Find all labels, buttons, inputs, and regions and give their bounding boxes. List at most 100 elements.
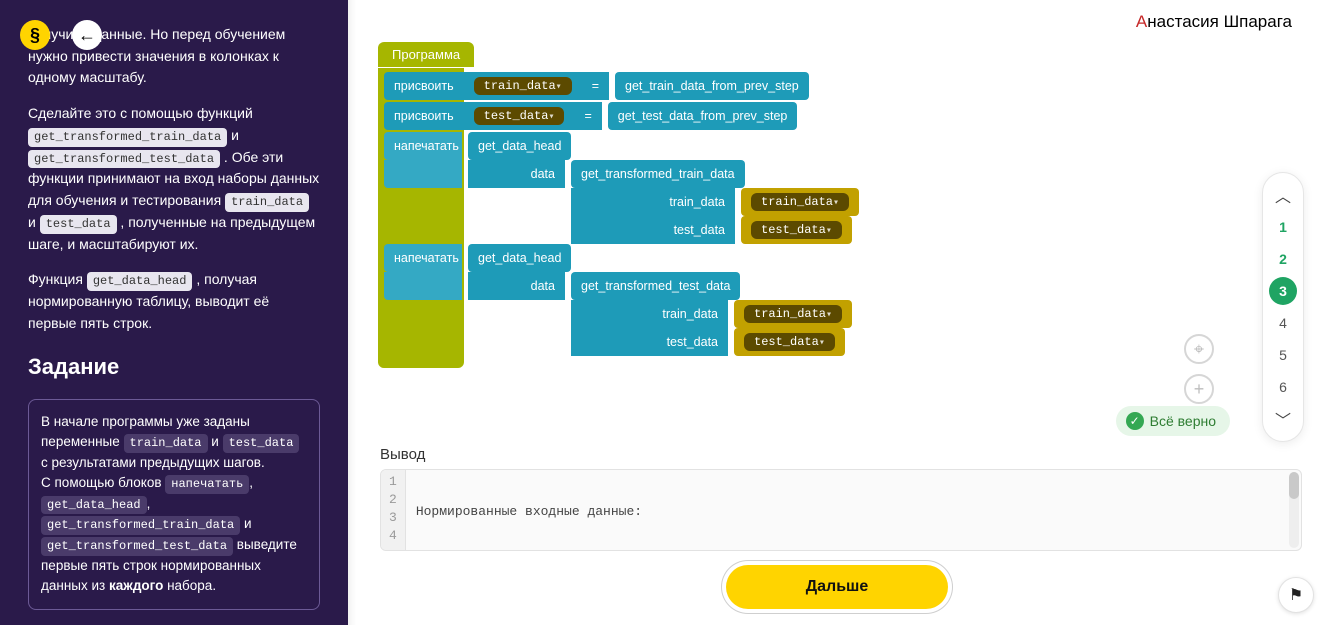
param-train: train_data (571, 188, 735, 216)
target-icon: ⌖ (1194, 339, 1204, 360)
block-assign-train[interactable]: присвоить train_data = get_train_data_fr… (384, 72, 809, 100)
var-chip[interactable]: train_data (744, 305, 842, 323)
text: и (244, 516, 252, 531)
block-assign-test[interactable]: присвоить test_data = get_test_data_from… (384, 102, 797, 130)
code-chip: напечатать (165, 475, 249, 494)
back-button[interactable]: ← (72, 20, 102, 50)
code-line: Нормированные входные данные: (416, 504, 681, 522)
user-first-letter: А (1136, 12, 1147, 32)
logo-icon: § (20, 20, 50, 50)
success-badge: ✓ Всё верно (1116, 406, 1230, 436)
param-train: train_data (571, 300, 728, 328)
assign-keyword: присвоить (384, 72, 464, 100)
func-call[interactable]: get_train_data_from_prev_step (615, 72, 809, 100)
paragraph-functions: Сделайте это с помощью функций get_trans… (28, 103, 320, 255)
block-print-2[interactable]: напечатать get_data_head (384, 244, 571, 272)
next-button[interactable]: Дальше (726, 565, 949, 609)
step-up-button[interactable]: ︿ (1275, 181, 1291, 209)
step-6[interactable]: 6 (1269, 373, 1297, 401)
param-test: test_data (571, 216, 735, 244)
report-flag-button[interactable]: ⚑ (1278, 577, 1314, 613)
var-chip[interactable]: train_data (751, 193, 849, 211)
code-chip-gt-test: get_transformed_test_data (28, 150, 220, 169)
block-print-1-test[interactable]: test_data test_data (384, 216, 852, 244)
print-keyword: напечатать (384, 244, 462, 272)
code-chip: train_data (124, 434, 208, 453)
block-print-1-train[interactable]: train_data train_data (384, 188, 859, 216)
canvas-controls: ⌖ + (1184, 334, 1214, 404)
param-data: data (468, 160, 565, 188)
spacer (468, 188, 565, 216)
equals: = (574, 102, 601, 130)
user-rest: настасия Шпарага (1147, 12, 1292, 32)
spacer (384, 188, 462, 216)
block-print-2-test[interactable]: test_data test_data (384, 328, 845, 356)
task-heading: Задание (28, 350, 320, 384)
center-canvas-button[interactable]: ⌖ (1184, 334, 1214, 364)
flag-icon: ⚑ (1289, 585, 1303, 605)
func-gt-test[interactable]: get_transformed_test_data (571, 272, 740, 300)
main: Анастасия Шпарага Программа присвоить tr… (348, 0, 1326, 625)
step-3[interactable]: 3 (1269, 277, 1297, 305)
sidebar-content: получили данные. Но перед обучением нужн… (28, 0, 320, 610)
text: с результатами предыдущих шагов. (41, 455, 265, 470)
block-print-2-data[interactable]: data get_transformed_test_data (384, 272, 740, 300)
text: набора. (167, 578, 216, 593)
block-print-2-train[interactable]: train_data train_data (384, 300, 852, 328)
code-chip-gt-train: get_transformed_train_data (28, 128, 227, 147)
code-chip: test_data (223, 434, 300, 453)
func-head[interactable]: get_data_head (468, 244, 571, 272)
output-vscroll[interactable] (1289, 472, 1299, 548)
user-name[interactable]: Анастасия Шпарага (348, 0, 1326, 36)
task-box: В начале программы уже заданы переменные… (28, 399, 320, 610)
var-slot[interactable]: train_data (741, 188, 859, 216)
scroll-thumb[interactable] (1289, 472, 1299, 499)
text: Сделайте это с помощью функций (28, 105, 253, 121)
spacer (468, 300, 565, 328)
plus-icon: + (1194, 379, 1205, 400)
zoom-in-button[interactable]: + (1184, 374, 1214, 404)
param-test: test_data (571, 328, 728, 356)
print-keyword: напечатать (384, 132, 462, 160)
block-print-1[interactable]: напечатать get_data_head (384, 132, 571, 160)
step-nav: ︿ 1 2 3 4 5 6 ﹀ (1262, 172, 1304, 442)
spacer (384, 216, 462, 244)
step-down-button[interactable]: ﹀ (1275, 405, 1291, 433)
equals: = (582, 72, 609, 100)
block-workspace[interactable]: Программа присвоить train_data = get_tra… (348, 36, 1326, 436)
var-slot[interactable]: test_data (734, 328, 845, 356)
var-slot[interactable]: test_data (741, 216, 852, 244)
step-5[interactable]: 5 (1269, 341, 1297, 369)
text: , (147, 496, 151, 511)
func-call[interactable]: get_test_data_from_prev_step (608, 102, 798, 130)
var-slot[interactable]: test_data (464, 102, 575, 130)
var-chip[interactable]: test_data (751, 221, 842, 239)
var-slot[interactable]: train_data (464, 72, 582, 100)
code-chip: get_data_head (41, 496, 147, 515)
spacer (468, 328, 565, 356)
var-chip[interactable]: test_data (474, 107, 565, 125)
spacer (384, 160, 462, 188)
var-chip[interactable]: train_data (474, 77, 572, 95)
output-title: Вывод (380, 446, 1302, 463)
code-output: 1 2 3 4 Нормированные входные данные: pd… (380, 469, 1302, 551)
func-head[interactable]: get_data_head (468, 132, 571, 160)
step-2[interactable]: 2 (1269, 245, 1297, 273)
paragraph-head: Функция get_data_head , получая нормиров… (28, 269, 320, 334)
program-header[interactable]: Программа (378, 42, 474, 67)
var-chip[interactable]: test_data (744, 333, 835, 351)
code-lines: Нормированные входные данные: pdays prev… (406, 470, 691, 550)
code-chip: get_transformed_test_data (41, 537, 233, 556)
step-4[interactable]: 4 (1269, 309, 1297, 337)
var-slot[interactable]: train_data (734, 300, 852, 328)
assign-keyword: присвоить (384, 102, 464, 130)
block-print-1-data[interactable]: data get_transformed_train_data (384, 160, 745, 188)
line-no: 2 (389, 492, 397, 510)
step-1[interactable]: 1 (1269, 213, 1297, 241)
line-no: 4 (389, 528, 397, 546)
text: и (231, 127, 239, 143)
text: и (28, 214, 40, 230)
spacer (384, 272, 462, 300)
text: , (249, 475, 253, 490)
func-gt-train[interactable]: get_transformed_train_data (571, 160, 745, 188)
